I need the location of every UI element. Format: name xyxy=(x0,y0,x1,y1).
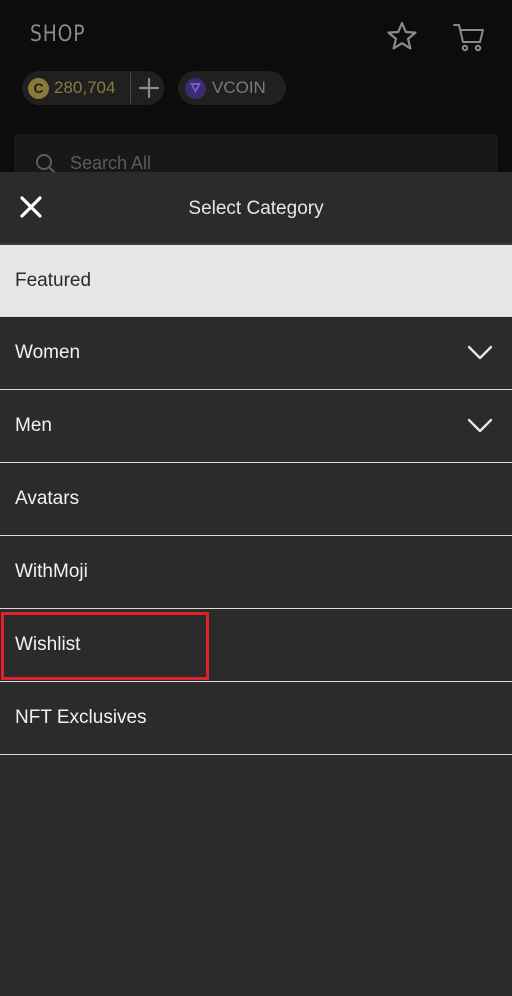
coin-icon: C xyxy=(28,77,49,99)
vcoin-label: VCOIN xyxy=(212,78,266,97)
category-item-withmoji[interactable]: WithMoji xyxy=(0,536,512,609)
vcoin-icon xyxy=(185,77,206,99)
chevron-down-icon[interactable] xyxy=(467,345,493,361)
coin-balance: C 280,704 xyxy=(22,71,164,105)
category-label: Wishlist xyxy=(15,634,81,655)
chevron-down-icon[interactable] xyxy=(467,418,493,434)
search-placeholder: Search All xyxy=(70,153,152,173)
star-icon[interactable] xyxy=(386,20,418,52)
coin-divider xyxy=(130,73,131,103)
category-label: Avatars xyxy=(15,488,80,509)
cart-icon[interactable] xyxy=(452,20,486,54)
category-label: Men xyxy=(15,415,52,436)
shop-title: SHOP xyxy=(30,22,86,47)
sheet-header: Select Category xyxy=(0,172,512,244)
category-item-nft-exclusives[interactable]: NFT Exclusives xyxy=(0,682,512,755)
category-list: Featured Women Men Avatars WithMoji Wish… xyxy=(0,244,512,755)
category-item-men[interactable]: Men xyxy=(0,390,512,463)
category-item-women[interactable]: Women xyxy=(0,317,512,390)
shop-screen: SHOP C 280,704 VCOIN Search All Select C… xyxy=(0,0,512,996)
category-sheet: Select Category Featured Women Men Avata… xyxy=(0,172,512,996)
category-label: WithMoji xyxy=(15,561,88,582)
category-label: Featured xyxy=(15,269,92,291)
category-item-wishlist[interactable]: Wishlist xyxy=(0,609,512,682)
category-label: Women xyxy=(15,342,81,363)
category-item-avatars[interactable]: Avatars xyxy=(0,463,512,536)
coin-amount: 280,704 xyxy=(54,78,116,97)
vcoin-button[interactable]: VCOIN xyxy=(178,71,286,105)
category-label: NFT Exclusives xyxy=(15,707,147,728)
shop-header: SHOP C 280,704 VCOIN Search All xyxy=(0,0,512,194)
category-item-featured[interactable]: Featured xyxy=(0,244,512,317)
sheet-title: Select Category xyxy=(188,198,324,219)
plus-icon[interactable] xyxy=(138,77,160,99)
